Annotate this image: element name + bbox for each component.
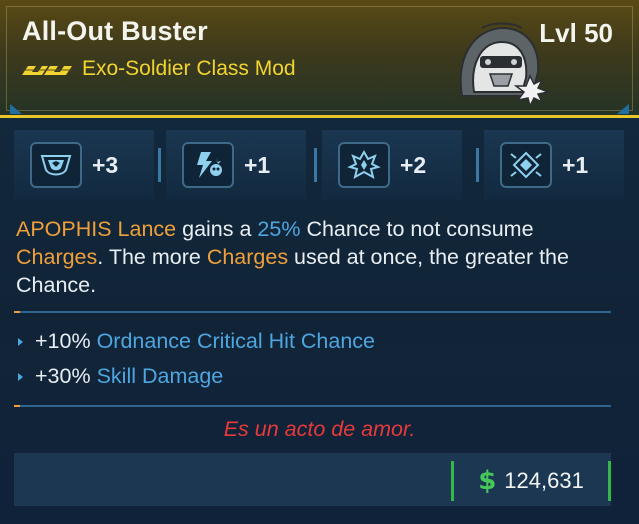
desc-text: gains a — [176, 217, 258, 241]
skill-bonus-4[interactable]: +1 — [484, 130, 624, 200]
section-divider — [14, 311, 611, 313]
skill-bonus-value: +2 — [400, 151, 427, 178]
skill-separator — [314, 148, 317, 182]
flavor-text: Es un acto de amor. — [223, 417, 416, 441]
class-mod-type: Exo-Soldier Class Mod — [82, 57, 296, 80]
desc-skill-name: APOPHIS Lance — [16, 217, 177, 241]
item-description: APOPHIS Lance gains a 25% Chance to not … — [16, 215, 616, 299]
bullet-arrow-icon — [18, 372, 23, 381]
bonus-amount: +30% — [35, 364, 91, 388]
stat-bonus-2: +30% Skill Damage — [16, 364, 223, 389]
bullet-arrow-icon — [18, 337, 23, 346]
lightning-skull-icon — [182, 142, 234, 188]
bonus-amount: +10% — [35, 329, 91, 353]
desc-keyword: Charges — [16, 245, 98, 269]
desc-text: . The more — [97, 245, 207, 269]
desc-text: Chance to not consume — [300, 217, 534, 241]
section-divider — [14, 405, 611, 407]
item-header: All-Out Buster Exo-Soldier Class Mod Lvl… — [0, 0, 639, 118]
dollar-icon: $ — [478, 466, 497, 496]
skill-bonus-value: +3 — [92, 151, 119, 178]
skill-bonus-1[interactable]: +3 — [14, 130, 154, 200]
item-footer: $ 124,631 — [14, 453, 611, 506]
skill-bonus-3[interactable]: +2 — [322, 130, 462, 200]
skill-bonus-value: +1 — [244, 151, 271, 178]
exo-soldier-helmet-icon — [452, 22, 552, 109]
skill-bonus-row: +3 +1 +2 +1 — [14, 130, 625, 200]
desc-percent: 25% — [257, 217, 301, 241]
skill-bonus-2[interactable]: +1 — [166, 130, 306, 200]
bonus-stat: Skill Damage — [96, 364, 224, 388]
stat-bonus-1: +10% Ordnance Critical Hit Chance — [16, 329, 375, 354]
shield-crest-icon — [30, 142, 82, 188]
skill-separator — [158, 148, 161, 182]
price-value: 124,631 — [504, 468, 584, 493]
skill-separator — [476, 148, 479, 182]
desc-keyword: Charges — [206, 245, 289, 269]
legendary-chevrons-icon — [22, 62, 74, 76]
header-corner-ornament — [10, 99, 22, 114]
item-name: All-Out Buster — [22, 16, 208, 46]
bonus-stat: Ordnance Critical Hit Chance — [96, 329, 375, 353]
diamond-burst-icon — [500, 142, 552, 188]
item-card: All-Out Buster Exo-Soldier Class Mod Lvl… — [0, 0, 639, 524]
price-display: $ 124,631 — [451, 461, 611, 501]
skill-bonus-value: +1 — [562, 151, 589, 178]
item-subtitle: Exo-Soldier Class Mod — [22, 56, 296, 82]
header-corner-ornament — [617, 99, 629, 114]
crown-emblem-icon — [338, 142, 390, 188]
